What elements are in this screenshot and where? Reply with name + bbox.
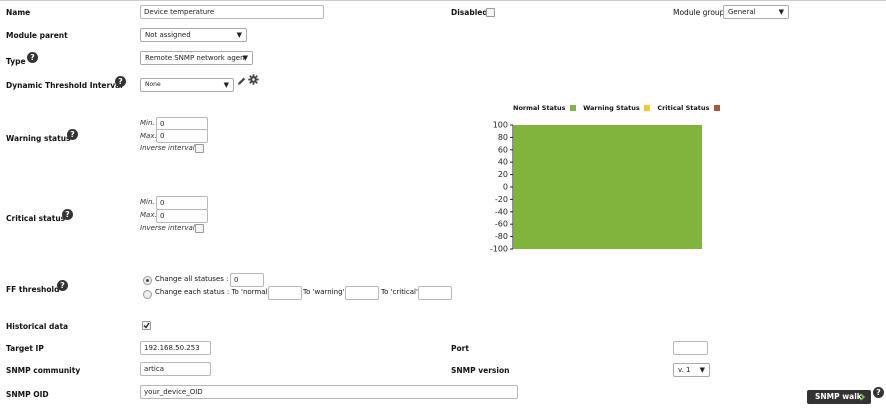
legend-label-normal: Normal Status [513, 104, 566, 112]
gear-icon[interactable] [248, 74, 259, 87]
snmp-community-label: SNMP community [6, 366, 81, 375]
legend-item-critical: Critical Status [657, 104, 720, 112]
critical-status-label: Critical status [6, 214, 66, 223]
legend-item-normal: Normal Status [513, 104, 578, 112]
name-input[interactable]: Device temperature [140, 5, 324, 19]
legend-swatch-normal [569, 105, 576, 111]
y-tick-label: 20 [498, 170, 508, 179]
y-tick-label: 0 [503, 183, 508, 192]
y-tick-label: -80 [495, 232, 508, 241]
ff-to-critical-label: To 'critical' [381, 288, 418, 296]
check-icon [143, 322, 150, 329]
dti-value: None [145, 81, 161, 88]
port-input[interactable] [673, 341, 708, 355]
type-value: Remote SNMP network agen [145, 54, 245, 62]
legend-label-warning: Warning Status [583, 104, 640, 112]
chevron-down-icon: ▼ [242, 54, 248, 62]
top-border [0, 0, 886, 1]
pencil-icon[interactable] [237, 76, 246, 88]
critical-min-input[interactable]: 0 [156, 196, 208, 210]
threshold-region-0 [514, 125, 702, 249]
ff-change-all-input[interactable]: 0 [230, 273, 264, 287]
snmp-version-select[interactable]: v. 1 ▼ [673, 363, 710, 377]
type-select[interactable]: Remote SNMP network agen ▼ [140, 51, 253, 65]
chart-legend: Normal Status Warning Status Critical St… [513, 104, 720, 112]
chevron-down-icon: ▼ [778, 8, 784, 16]
snmp-oid-label: SNMP OID [6, 390, 49, 399]
warning-max-label: Max. [140, 132, 157, 140]
module-parent-select[interactable]: Not assigned ▼ [140, 28, 247, 42]
chevron-right-icon [859, 393, 866, 401]
disabled-checkbox[interactable] [486, 8, 495, 17]
y-tick-label: -100 [490, 245, 508, 254]
warning-inverse-label: Inverse interval [140, 144, 195, 152]
chevron-down-icon: ▼ [236, 31, 242, 39]
disabled-label: Disabled [451, 8, 488, 17]
name-label: Name [6, 8, 31, 17]
historical-data-label: Historical data [6, 322, 69, 331]
module-group-select[interactable]: General ▼ [723, 5, 789, 19]
dti-label: Dynamic Threshold Interval [6, 81, 123, 90]
critical-help-icon[interactable]: ? [62, 209, 73, 220]
legend-item-warning: Warning Status [583, 104, 652, 112]
critical-max-label: Max. [140, 211, 157, 219]
ff-normal-input[interactable] [268, 286, 302, 300]
target-ip-label: Target IP [6, 344, 44, 353]
snmp-version-label: SNMP version [451, 366, 510, 375]
module-group-value: General [728, 8, 756, 16]
y-tick-label: 40 [498, 158, 508, 167]
warning-max-input[interactable]: 0 [156, 129, 208, 143]
dti-select[interactable]: None ▼ [140, 78, 234, 92]
ff-to-warning-label: To 'warning' [303, 288, 345, 296]
chevron-down-icon: ▼ [699, 366, 705, 374]
critical-inverse-label: Inverse interval [140, 224, 195, 232]
snmp-community-input[interactable]: artica [140, 362, 211, 376]
ff-warning-input[interactable] [345, 286, 379, 300]
y-tick-label: -60 [495, 220, 508, 229]
ff-threshold-label: FF threshold [6, 285, 60, 294]
module-parent-label: Module parent [6, 31, 68, 40]
warning-status-label: Warning status [6, 134, 71, 143]
threshold-chart: 100 80 60 40 20 0 -20 -40 -60 -80 -100 [490, 121, 702, 254]
ff-change-all-radio[interactable] [143, 276, 152, 285]
legend-swatch-critical [713, 105, 720, 111]
port-label: Port [451, 344, 469, 353]
module-parent-value: Not assigned [145, 31, 191, 39]
type-help-icon[interactable]: ? [27, 52, 38, 63]
critical-min-label: Min. [140, 198, 155, 206]
type-label: Type [6, 57, 26, 66]
snmp-walk-label: SNMP walk [815, 392, 862, 401]
snmp-walk-button[interactable]: SNMP walk [807, 390, 871, 404]
historical-data-checkbox[interactable] [142, 321, 151, 330]
ff-critical-input[interactable] [418, 286, 452, 300]
target-ip-input[interactable]: 192.168.50.253 [140, 341, 211, 355]
ff-help-icon[interactable]: ? [57, 280, 68, 291]
warning-min-label: Min. [140, 119, 155, 127]
chevron-down-icon: ▼ [223, 81, 229, 89]
y-tick-label: 60 [498, 145, 508, 154]
y-tick-label: 80 [498, 133, 508, 142]
snmp-walk-help-icon[interactable]: ? [873, 387, 884, 398]
warning-inverse-checkbox[interactable] [195, 144, 204, 153]
y-tick-label: -40 [495, 207, 508, 216]
module-group-label: Module group [673, 8, 725, 17]
legend-label-critical: Critical Status [657, 104, 710, 112]
critical-max-input[interactable]: 0 [156, 209, 208, 223]
ff-change-all-label: Change all statuses : [155, 275, 229, 283]
ff-change-each-label: Change each status : To 'normal' [155, 288, 270, 296]
snmp-oid-input[interactable]: your_device_OID [140, 385, 518, 399]
warning-help-icon[interactable]: ? [67, 129, 78, 140]
critical-inverse-checkbox[interactable] [195, 224, 204, 233]
y-tick-label: 100 [493, 121, 508, 130]
y-tick-label: -20 [495, 195, 508, 204]
legend-swatch-warning [644, 105, 651, 111]
dti-help-icon[interactable]: ? [115, 76, 126, 87]
snmp-version-value: v. 1 [678, 366, 691, 374]
ff-change-each-radio[interactable] [143, 290, 152, 299]
